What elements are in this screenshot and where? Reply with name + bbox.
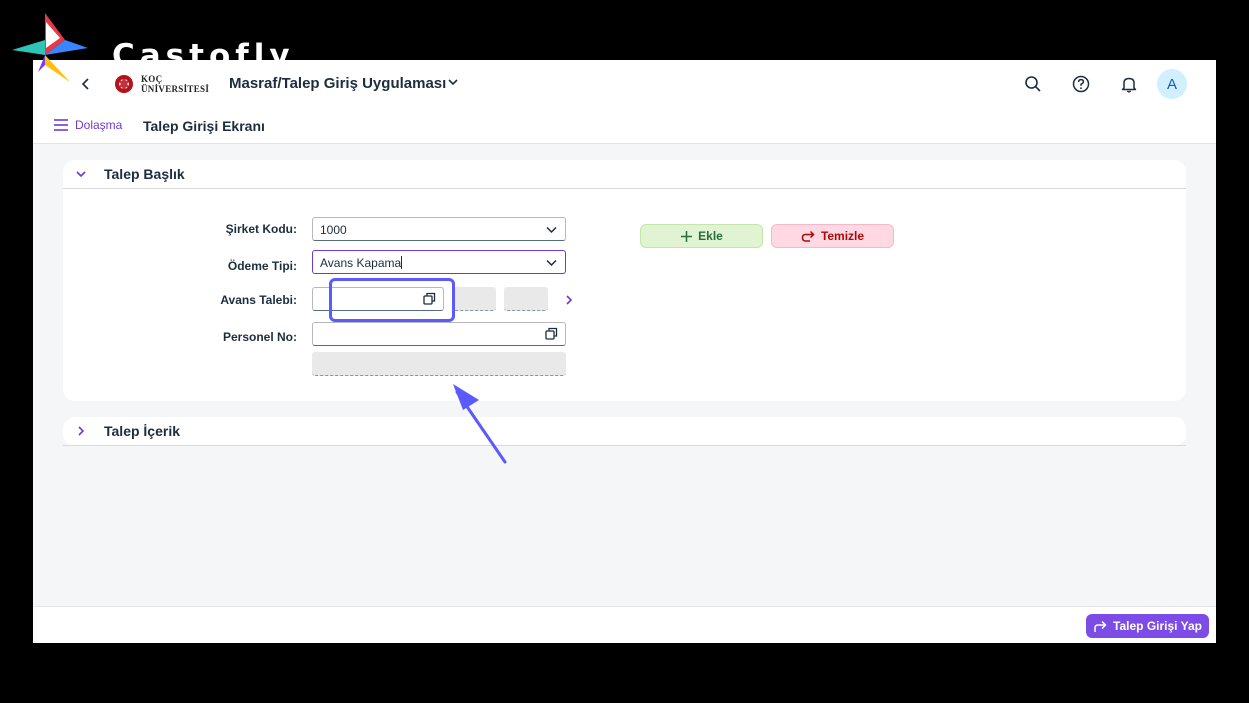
chevron-right-icon[interactable] <box>75 425 87 437</box>
odeme-tipi-select[interactable]: Avans Kapama <box>312 250 566 274</box>
avans-talebi-label: Avans Talebi: <box>220 293 297 307</box>
tutorial-highlight-box <box>329 278 455 322</box>
personel-no-label: Personel No: <box>222 330 297 344</box>
odeme-tipi-label: Ödeme Tipi: <box>227 259 297 273</box>
notifications-bell-icon[interactable] <box>1119 74 1139 94</box>
sirket-kodu-label: Şirket Kodu: <box>225 222 297 236</box>
talep-baslik-panel-header[interactable]: Talep Başlık <box>63 160 1186 189</box>
castofly-logo-icon <box>12 13 88 82</box>
hamburger-menu-icon <box>54 119 68 131</box>
avans-talebi-readonly-2 <box>504 287 548 311</box>
submit-request-label: Talep Girişi Yap <box>1113 619 1202 633</box>
tutorial-arrow-icon <box>453 384 507 464</box>
avans-talebi-readonly-1 <box>452 287 496 311</box>
chevron-right-icon[interactable] <box>563 294 575 306</box>
talep-baslik-panel: Talep Başlık Şirket Kodu: 1000 Ödeme Tip… <box>63 160 1186 401</box>
navigation-label: Dolaşma <box>75 118 123 132</box>
castofly-watermark: Castofly <box>10 10 290 85</box>
redo-icon <box>801 230 815 242</box>
clear-button[interactable]: Temizle <box>771 224 894 248</box>
clear-button-label: Temizle <box>820 229 865 243</box>
personel-no-input[interactable] <box>312 322 566 346</box>
navigation-menu-button[interactable]: Dolaşma <box>53 118 122 132</box>
user-avatar[interactable]: A <box>1157 69 1187 99</box>
plus-icon <box>681 230 693 242</box>
add-button[interactable]: Ekle <box>640 224 763 248</box>
panel-title: Talep İçerik <box>104 423 181 439</box>
sirket-kodu-value: 1000 <box>320 223 347 237</box>
castofly-brand-text: Castofly <box>112 38 295 74</box>
search-icon[interactable] <box>1023 74 1043 94</box>
talep-icerik-panel-header[interactable]: Talep İçerik <box>63 417 1186 446</box>
logo-line-2: ÜNİVERSİTESİ <box>141 84 210 94</box>
chevron-down-icon[interactable] <box>446 75 460 89</box>
help-icon[interactable] <box>1071 74 1091 94</box>
share-arrow-icon <box>1094 620 1107 632</box>
add-button-label: Ekle <box>698 229 723 243</box>
odeme-tipi-value: Avans Kapama <box>320 256 402 270</box>
page-title: Talep Girişi Ekranı <box>143 118 265 134</box>
page-header-bar: Dolaşma Talep Girişi Ekranı <box>33 108 1216 144</box>
chevron-down-icon <box>546 226 557 234</box>
sirket-kodu-select[interactable]: 1000 <box>312 217 566 241</box>
chevron-down-icon <box>546 259 557 267</box>
chevron-down-icon[interactable] <box>75 168 87 180</box>
submit-request-button[interactable]: Talep Girişi Yap <box>1086 614 1209 638</box>
talep-icerik-panel: Talep İçerik <box>63 417 1186 446</box>
text-cursor <box>401 256 403 269</box>
panel-title: Talep Başlık <box>104 166 185 182</box>
footer-bar: Talep Girişi Yap <box>33 606 1216 643</box>
app-window: KOÇ ÜNİVERSİTESİ Masraf/Talep Giriş Uygu… <box>33 60 1216 643</box>
value-help-icon[interactable] <box>545 327 558 340</box>
